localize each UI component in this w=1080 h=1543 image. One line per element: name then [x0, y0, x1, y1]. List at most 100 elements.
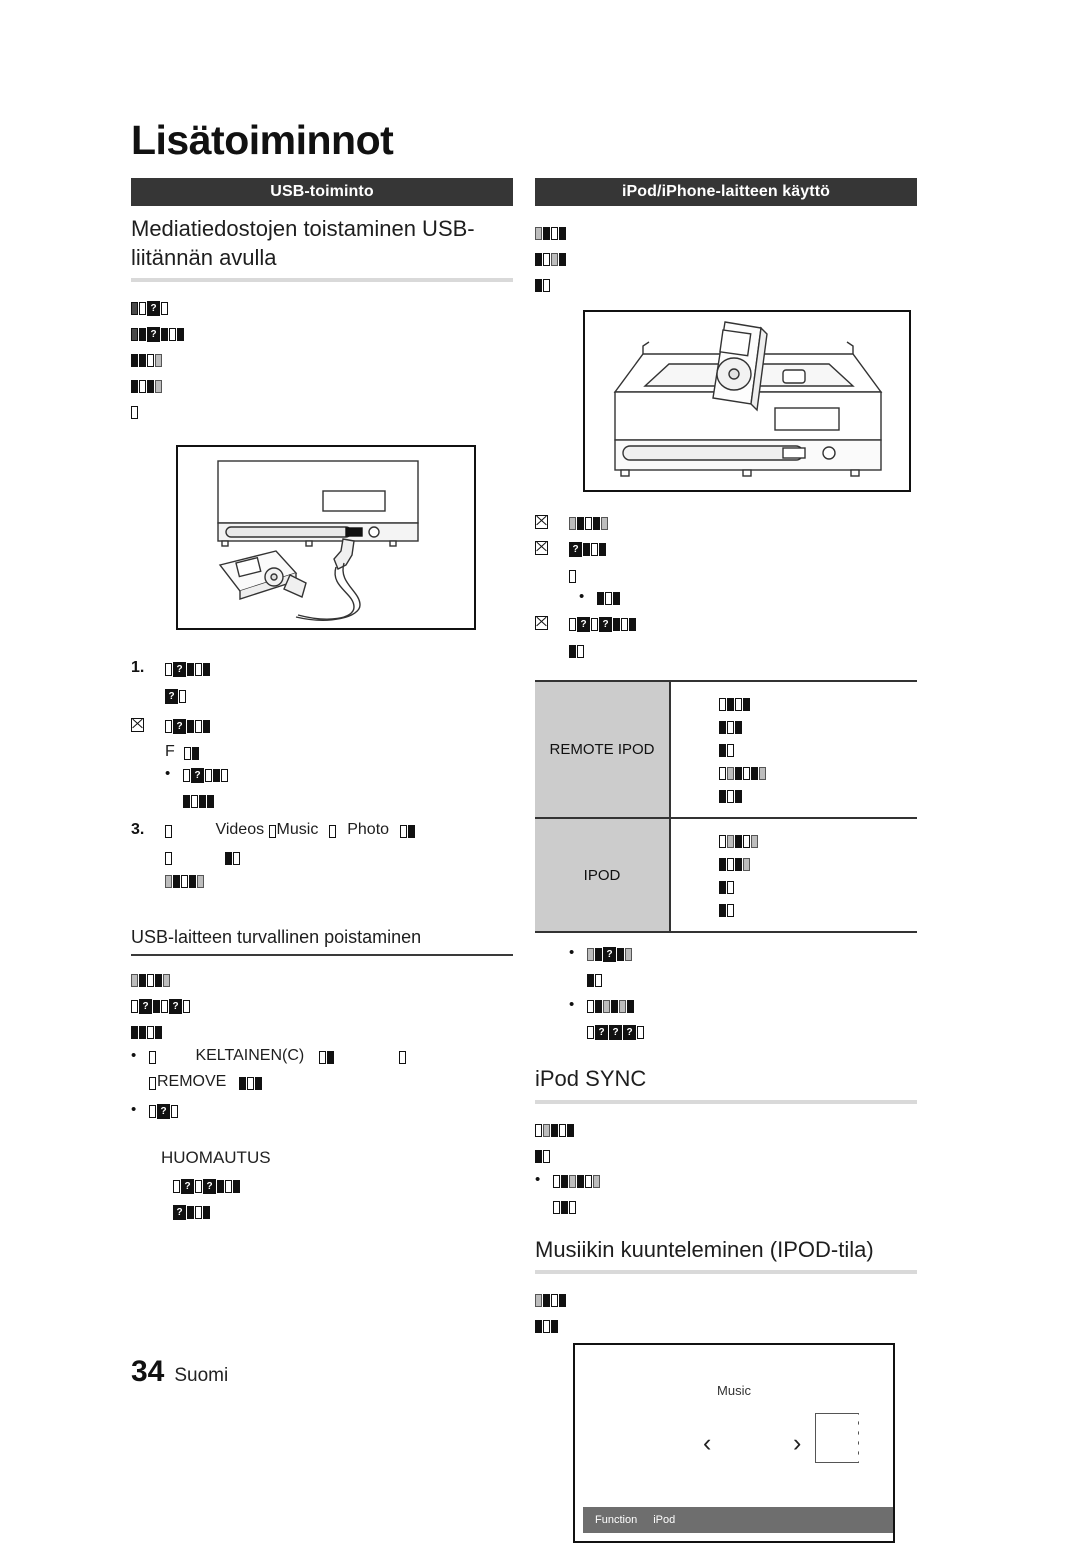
word-photo: Photo: [347, 821, 390, 839]
music-line-2: [535, 1314, 917, 1337]
table-value-line: [719, 898, 917, 921]
sub-label-f: F: [165, 743, 175, 761]
table-note-1: • ?: [535, 943, 917, 965]
glyph-run: [719, 763, 767, 784]
ipod-step-1: [535, 512, 917, 534]
glyph-run: [535, 275, 551, 296]
label-remove: REMOVE: [157, 1072, 227, 1090]
glyph-run: [399, 1048, 407, 1068]
intro-line-4: [131, 374, 513, 397]
intro-line-2: ?: [131, 322, 513, 345]
glyph-run: [553, 1172, 601, 1192]
heading-ipod-sync: iPod SYNC: [535, 1065, 917, 1104]
figure-ipod-dock: [583, 310, 911, 492]
sync-line-2: [535, 1144, 917, 1167]
step-3: 3. Videos Music Photo: [131, 820, 513, 842]
glyph-run: ??: [173, 1176, 241, 1197]
table-value-line: [719, 715, 917, 738]
glyph-run: ?: [173, 1202, 211, 1223]
crossed-box-icon: [535, 615, 548, 630]
removal-line-1: [131, 968, 513, 991]
ipod-intro-line-2: [535, 247, 917, 270]
glyph-run: [165, 822, 173, 842]
screen-title-music: Music: [717, 1383, 751, 1399]
glyph-run: ??: [131, 996, 191, 1017]
next-track-arrow-icon[interactable]: ›: [793, 1431, 801, 1456]
sync-bullet-1-continued: [535, 1195, 917, 1218]
table-value-line: [719, 738, 917, 761]
table-value-line: [719, 761, 917, 784]
ipod-step-2-bullet: •: [535, 587, 917, 609]
table-row-label-ipod: IPOD: [535, 817, 671, 933]
glyph-run: [268, 822, 277, 842]
table-row-value-remote-ipod: [670, 680, 917, 819]
ipod-steps-list: ? • ??: [535, 512, 917, 662]
note-line-1: ??: [161, 1174, 513, 1197]
status-source-label: iPod: [653, 1514, 676, 1527]
glyph-run: ?: [149, 1102, 179, 1122]
glyph-run: [719, 877, 735, 898]
right-column: ? • ?? REMOTE IPOD IPOD • ? • ? ? ? iPod…: [535, 215, 917, 1543]
ipod-step-1-marker: [535, 512, 569, 532]
table-note-1-continued: [535, 968, 917, 991]
step-2-marker: [131, 715, 165, 735]
word-videos: Videos: [215, 821, 265, 839]
usb-connection-illustration: [217, 460, 419, 621]
glyph-run: [328, 822, 337, 842]
torn-edge-decoration: [856, 1414, 867, 1463]
removal-bullet-1: • KELTAINEN(C): [131, 1046, 513, 1068]
glyph-run: [165, 848, 173, 869]
glyph-run: [719, 786, 743, 807]
intro-text-block: ? ?: [131, 296, 513, 423]
step-1-marker: 1.: [131, 659, 145, 677]
crossed-box-icon: [535, 540, 548, 555]
glyph-run: ?: [165, 717, 211, 737]
glyph-run: [184, 743, 200, 764]
heading-music-listening: Musiikin kuunteleminen (IPOD-tila): [535, 1236, 917, 1275]
ipod-intro-line-3: [535, 273, 917, 296]
label-keltainen: KELTAINEN(C): [195, 1046, 305, 1064]
bullet-icon: •: [165, 765, 171, 783]
glyph-run: [597, 589, 621, 609]
glyph-run: [587, 970, 603, 991]
glyph-run: [569, 514, 609, 534]
step-1: 1. ?: [131, 658, 513, 680]
note-line-2: ?: [161, 1200, 513, 1223]
glyph-run: ?: [131, 324, 185, 345]
glyph-run: [569, 641, 585, 662]
ipod-step-2: ?: [535, 538, 917, 560]
glyph-run: [318, 1048, 335, 1068]
table-row: IPOD: [535, 817, 917, 933]
step-2-bullet: • ?: [131, 764, 513, 786]
table-notes: • ? • ???: [535, 943, 917, 1043]
section-bar-ipod: iPod/iPhone-laitteen käyttö: [535, 178, 917, 206]
table-row-value-ipod: [670, 817, 917, 933]
glyph-run: [131, 402, 139, 423]
glyph-run: [165, 871, 205, 892]
glyph-run: [535, 249, 567, 270]
page-footer: 34 Suomi: [131, 1355, 228, 1389]
ipod-mode-table: REMOTE IPOD IPOD: [535, 680, 917, 933]
glyph-run: [225, 848, 241, 869]
glyph-run: ?: [183, 766, 229, 786]
table-row: REMOTE IPOD: [535, 680, 917, 819]
glyph-run: [238, 1073, 263, 1094]
ipod-dock-illustration: [613, 321, 883, 477]
page-number: 34: [131, 1355, 165, 1388]
glyph-run: [535, 223, 567, 244]
page-language: Suomi: [174, 1365, 229, 1386]
previous-track-arrow-icon[interactable]: ‹: [703, 1431, 711, 1456]
manual-page: Lisätoiminnot USB-toiminto iPod/iPhone-l…: [0, 0, 1080, 1543]
glyph-run: [553, 1197, 577, 1218]
table-value-line: [719, 829, 917, 852]
glyph-run: [719, 900, 735, 921]
step-3-marker: 3.: [131, 821, 145, 839]
glyph-run: ?: [587, 945, 633, 965]
glyph-run: ?: [165, 660, 211, 680]
bullet-icon: •: [535, 1170, 541, 1188]
glyph-run: [719, 694, 751, 715]
music-text-block: [535, 1288, 917, 1337]
glyph-run: [131, 1022, 163, 1043]
steps-list: 1. ? ? ? F • ? 3. Videos Music Photo: [131, 658, 513, 892]
album-art-placeholder: [815, 1413, 867, 1464]
